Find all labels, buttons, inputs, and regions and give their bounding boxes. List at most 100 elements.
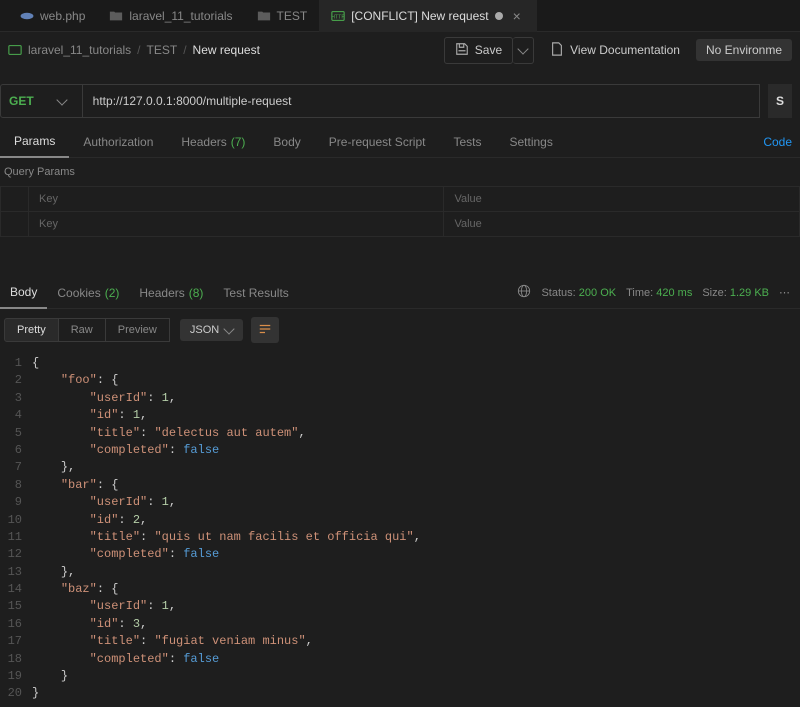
query-params-table: Key Value Key Value [0, 186, 800, 237]
breadcrumb-current: New request [193, 43, 260, 57]
save-label: Save [475, 43, 502, 57]
resp-tab-headers[interactable]: Headers (8) [129, 277, 213, 309]
code-line: 20} [0, 685, 800, 702]
method-label: GET [9, 94, 34, 108]
http-request-icon: HTTP [331, 9, 345, 23]
line-number: 10 [0, 512, 32, 529]
format-select[interactable]: JSON [180, 319, 243, 341]
close-icon[interactable]: × [509, 8, 525, 24]
tab-authorization[interactable]: Authorization [69, 126, 167, 158]
code-line: 11 "title": "quis ut nam facilis et offi… [0, 529, 800, 546]
toolbar-actions: Save View Documentation No Environme [444, 37, 792, 64]
value-input[interactable]: Value [444, 212, 800, 237]
status-code: 200 OK [579, 287, 616, 299]
code-label: Code [763, 135, 792, 149]
breadcrumb-segment[interactable]: TEST [147, 43, 178, 57]
view-raw-button[interactable]: Raw [59, 318, 106, 342]
send-button[interactable]: S [768, 84, 792, 118]
count-badge: (2) [105, 286, 120, 300]
size-value: 1.29 KB [730, 287, 769, 299]
chevron-down-icon [517, 43, 528, 54]
resp-tab-tests[interactable]: Test Results [213, 277, 298, 309]
request-toolbar: laravel_11_tutorials / TEST / New reques… [0, 32, 800, 68]
line-number: 15 [0, 598, 32, 615]
more-icon[interactable]: ⋯ [779, 286, 792, 299]
line-number: 14 [0, 581, 32, 598]
tab-test[interactable]: TEST [245, 0, 320, 32]
breadcrumb-separator: / [183, 43, 186, 57]
globe-icon[interactable] [517, 284, 531, 301]
table-row[interactable]: Key Value [1, 212, 800, 237]
tab-settings[interactable]: Settings [496, 126, 567, 158]
tab-headers[interactable]: Headers(7) [167, 126, 259, 158]
resp-tab-cookies[interactable]: Cookies (2) [47, 277, 129, 309]
tab-label: Test Results [223, 286, 288, 300]
env-label: No Environme [706, 43, 782, 57]
code-line: 8 "bar": { [0, 477, 800, 494]
count-badge: (7) [231, 135, 246, 149]
label: Preview [118, 324, 157, 336]
time-label: Time: [626, 287, 653, 299]
checkbox-cell[interactable] [1, 187, 29, 212]
tab-label: [CONFLICT] New request [351, 9, 488, 23]
tab-label: web.php [40, 9, 85, 23]
line-number: 3 [0, 390, 32, 407]
request-tabs: Params Authorization Headers(7) Body Pre… [0, 126, 800, 158]
tab-params[interactable]: Params [0, 126, 69, 158]
format-label: JSON [190, 324, 219, 336]
label: Raw [71, 324, 93, 336]
tab-label: Settings [510, 135, 553, 149]
http-method-select[interactable]: GET [0, 84, 83, 118]
count-badge: (8) [189, 286, 204, 300]
resp-tab-body[interactable]: Body [0, 277, 47, 309]
tab-new-request[interactable]: HTTP [CONFLICT] New request × [319, 0, 537, 32]
breadcrumb-segment[interactable]: laravel_11_tutorials [28, 43, 131, 57]
line-number: 11 [0, 529, 32, 546]
tab-label: Authorization [83, 135, 153, 149]
save-dropdown-button[interactable] [513, 37, 534, 64]
code-line: 9 "userId": 1, [0, 494, 800, 511]
request-url-bar: GET http://127.0.0.1:8000/multiple-reque… [0, 68, 800, 126]
save-button[interactable]: Save [444, 37, 513, 64]
folder-icon [109, 9, 123, 23]
php-file-icon [20, 9, 34, 23]
code-link[interactable]: Code [749, 126, 800, 158]
checkbox-cell[interactable] [1, 212, 29, 237]
tab-label: Cookies [57, 286, 100, 300]
editor-tabs: web.php laravel_11_tutorials TEST HTTP [… [0, 0, 800, 32]
code-line: 2 "foo": { [0, 372, 800, 389]
view-preview-button[interactable]: Preview [106, 318, 170, 342]
wrap-icon [258, 322, 272, 339]
code-line: 12 "completed": false [0, 546, 800, 563]
url-input[interactable]: http://127.0.0.1:8000/multiple-request [83, 84, 760, 118]
chevron-down-icon [56, 94, 67, 105]
view-pretty-button[interactable]: Pretty [4, 318, 59, 342]
tab-label: Body [273, 135, 300, 149]
environment-select[interactable]: No Environme [696, 39, 792, 61]
view-documentation-button[interactable]: View Documentation [540, 38, 690, 63]
tab-body[interactable]: Body [259, 126, 314, 158]
chevron-down-icon [224, 323, 235, 334]
folder-icon [257, 9, 271, 23]
table-header-row: Key Value [1, 187, 800, 212]
send-label: S [776, 94, 784, 108]
tab-web-php[interactable]: web.php [8, 0, 97, 32]
tab-tests[interactable]: Tests [439, 126, 495, 158]
line-number: 5 [0, 425, 32, 442]
line-number: 6 [0, 442, 32, 459]
key-input[interactable]: Key [29, 212, 444, 237]
value-header: Value [444, 187, 800, 212]
tab-laravel-tutorials[interactable]: laravel_11_tutorials [97, 0, 244, 32]
code-line: 14 "baz": { [0, 581, 800, 598]
wrap-toggle-button[interactable] [251, 317, 279, 343]
tab-label: Pre-request Script [329, 135, 426, 149]
tab-label: Headers [139, 286, 184, 300]
line-number: 13 [0, 564, 32, 581]
response-body-viewer[interactable]: 1{2 "foo": {3 "userId": 1,4 "id": 1,5 "t… [0, 351, 800, 707]
line-number: 9 [0, 494, 32, 511]
code-line: 13 }, [0, 564, 800, 581]
url-value: http://127.0.0.1:8000/multiple-request [93, 94, 292, 108]
tab-prerequest[interactable]: Pre-request Script [315, 126, 440, 158]
line-number: 16 [0, 616, 32, 633]
tab-label: Params [14, 134, 55, 148]
